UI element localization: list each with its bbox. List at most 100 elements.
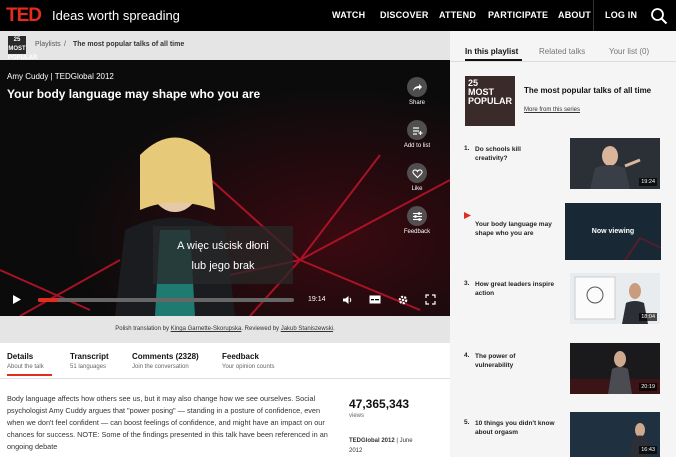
view-count-label: views <box>349 413 365 419</box>
tab-related-talks[interactable]: Related talks <box>539 47 585 56</box>
like-action[interactable]: Like <box>395 163 439 192</box>
event-name[interactable]: TEDGlobal 2012 <box>349 438 395 444</box>
tab-comments-title: Comments (2328) <box>132 352 199 361</box>
playlist-item-thumbnail[interactable]: 19:24 <box>570 138 660 189</box>
playlist-item-thumbnail[interactable]: Now viewing <box>565 203 661 260</box>
playlist-item-current[interactable]: Your body language may shape who you are… <box>450 203 676 260</box>
reviewer-link[interactable]: Jakub Staniszewski <box>281 326 333 332</box>
event-date: TEDGlobal 2012 | June 2012 <box>349 436 429 456</box>
nav-divider <box>593 0 594 31</box>
captions-icon[interactable] <box>369 295 381 305</box>
event-year: 2012 <box>349 448 363 454</box>
nav-about[interactable]: ABOUT <box>558 10 591 20</box>
translation-prefix: Polish translation by <box>115 326 171 332</box>
video-duration: 19:14 <box>308 296 326 303</box>
video-title: Your body language may shape who you are <box>7 87 261 101</box>
translation-middle: . Reviewed by <box>241 326 281 332</box>
tab-comments[interactable]: Comments (2328) Join the conversation <box>132 352 199 370</box>
like-label: Like <box>411 186 423 192</box>
tab-feedback-title: Feedback <box>222 352 259 361</box>
playlist-item-title[interactable]: 10 things you didn't know about orgasm <box>475 419 555 437</box>
now-viewing-label: Now viewing <box>565 203 661 260</box>
top-nav-bar: TED Ideas worth spreading WATCH DISCOVER… <box>0 0 676 31</box>
progress-bar[interactable] <box>38 298 294 302</box>
translation-suffix: . <box>333 326 335 332</box>
duration-badge: 19:24 <box>639 178 657 186</box>
playlist-item-thumbnail[interactable]: 16:43 <box>570 412 660 457</box>
breadcrumb: 25 MOST POPULAR Playlists / The most pop… <box>0 31 450 61</box>
video-controls: 19:14 <box>0 286 450 316</box>
settings-gear-icon[interactable] <box>397 294 409 306</box>
playlist-item[interactable]: 3. How great leaders inspire action 18:0… <box>450 273 676 324</box>
playlist-mini-thumbnail[interactable]: 25 MOST POPULAR <box>8 36 37 61</box>
translation-credit: Polish translation by Kinga Garnette-Sko… <box>0 316 450 343</box>
event-month: June <box>399 438 413 444</box>
playlist-item-thumbnail[interactable]: 20:19 <box>570 343 660 394</box>
tab-details-title: Details <box>7 352 34 361</box>
playlist-item-title[interactable]: Your body language may shape who you are <box>475 220 555 238</box>
tab-details-sub: About the talk <box>7 364 44 370</box>
nav-attend[interactable]: ATTEND <box>439 10 476 20</box>
tabs-divider <box>0 378 450 379</box>
playlist-item-title[interactable]: The power of vulnerability <box>475 352 555 370</box>
playlist-title[interactable]: The most popular talks of all time <box>524 86 651 95</box>
playlist-item-thumbnail[interactable]: 18:04 <box>570 273 660 324</box>
translator-link[interactable]: Kinga Garnette-Skorupska <box>171 326 242 332</box>
progress-fill <box>38 298 59 302</box>
tagline: Ideas worth spreading <box>52 8 180 23</box>
playlist-item-number: 4. <box>464 352 470 359</box>
tab-details[interactable]: Details About the talk <box>7 352 44 370</box>
nav-login[interactable]: LOG IN <box>605 10 637 20</box>
share-icon <box>407 77 427 97</box>
play-icon[interactable] <box>11 294 22 305</box>
sidebar-tabs-divider <box>450 61 676 62</box>
playlist-item-number: 3. <box>464 280 470 287</box>
fullscreen-icon[interactable] <box>425 294 436 305</box>
feedback-label: Feedback <box>403 229 431 235</box>
playlist-item-number: 1. <box>464 145 470 152</box>
playlist-item-title[interactable]: Do schools kill creativity? <box>475 145 555 163</box>
add-to-list-action[interactable]: Add to list <box>395 120 439 149</box>
playlist-thumbnail[interactable]: 25 MOST POPULAR <box>465 76 515 126</box>
video-player[interactable]: Amy Cuddy | TEDGlobal 2012 Your body lan… <box>0 60 450 316</box>
now-playing-arrow-icon <box>464 212 471 219</box>
share-label: Share <box>408 100 425 106</box>
duration-badge: 20:19 <box>639 383 657 391</box>
duration-badge: 18:04 <box>639 313 657 321</box>
search-icon[interactable] <box>650 7 668 25</box>
more-from-series-link[interactable]: More from this series <box>524 107 580 113</box>
add-to-list-icon <box>407 120 427 140</box>
tab-transcript[interactable]: Transcript 51 languages <box>70 352 109 370</box>
tab-transcript-title: Transcript <box>70 352 109 361</box>
playlist-thumbnail-label: 25 MOST POPULAR <box>468 78 513 106</box>
share-action[interactable]: Share <box>395 77 439 106</box>
breadcrumb-playlists-link[interactable]: Playlists <box>35 41 61 48</box>
duration-badge: 16:43 <box>639 446 657 454</box>
playlist-item[interactable]: 4. The power of vulnerability 20:19 <box>450 343 676 394</box>
heart-icon <box>407 163 427 183</box>
tab-in-this-playlist[interactable]: In this playlist <box>465 47 518 56</box>
tab-feedback[interactable]: Feedback Your opinion counts <box>222 352 275 370</box>
ted-logo[interactable]: TED <box>6 5 42 27</box>
playlist-item-title[interactable]: How great leaders inspire action <box>475 280 555 298</box>
tab-your-list[interactable]: Your list (0) <box>609 47 649 56</box>
volume-icon[interactable] <box>342 295 354 305</box>
nav-discover[interactable]: DISCOVER <box>380 10 429 20</box>
add-to-list-label: Add to list <box>403 143 431 149</box>
nav-watch[interactable]: WATCH <box>332 10 365 20</box>
sliders-icon <box>407 206 427 226</box>
tab-feedback-sub: Your opinion counts <box>222 364 275 370</box>
subtitle-line-2: lub jego brak <box>191 260 255 272</box>
playlist-item[interactable]: 1. Do schools kill creativity? 19:24 <box>450 138 676 189</box>
subtitle-line-1: A więc uścisk dłoni <box>177 240 269 252</box>
tab-transcript-sub: 51 languages <box>70 364 107 370</box>
breadcrumb-separator: / <box>64 41 66 48</box>
nav-participate[interactable]: PARTICIPATE <box>488 10 548 20</box>
active-tab-indicator <box>7 374 52 376</box>
playlist-item[interactable]: 5. 10 things you didn't know about orgas… <box>450 412 676 457</box>
breadcrumb-current[interactable]: The most popular talks of all time <box>73 41 184 48</box>
feedback-action[interactable]: Feedback <box>395 206 439 235</box>
subtitle-overlay: A więc uścisk dłoni lub jego brak <box>153 226 293 284</box>
view-count: 47,365,343 <box>349 397 410 411</box>
playlist-item-number: 5. <box>464 419 470 426</box>
